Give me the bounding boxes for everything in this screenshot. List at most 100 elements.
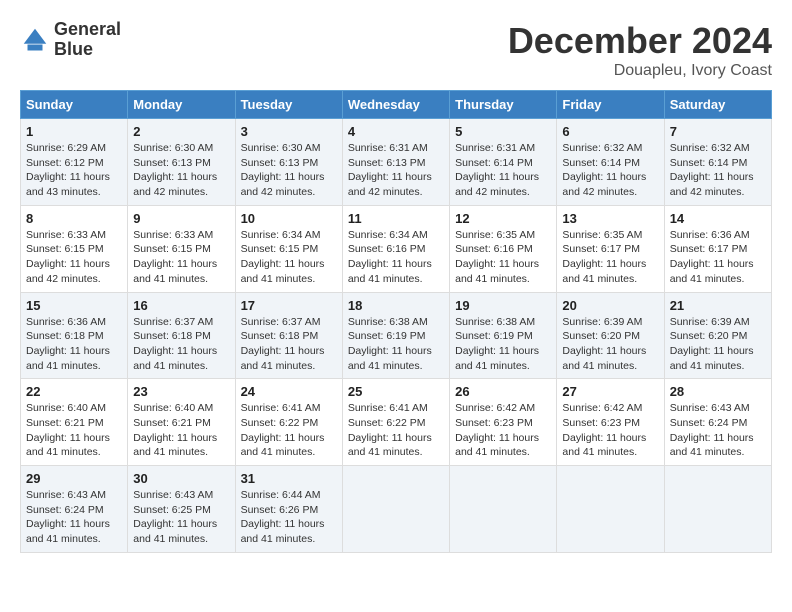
calendar-day-cell: 30 Sunrise: 6:43 AMSunset: 6:25 PMDaylig… [128,466,235,553]
day-number: 25 [348,384,444,399]
header-day: Friday [557,91,664,119]
day-info: Sunrise: 6:30 AMSunset: 6:13 PMDaylight:… [241,142,325,198]
day-number: 23 [133,384,229,399]
day-number: 11 [348,211,444,226]
day-info: Sunrise: 6:41 AMSunset: 6:22 PMDaylight:… [348,402,432,458]
calendar-week-row: 8 Sunrise: 6:33 AMSunset: 6:15 PMDayligh… [21,205,772,292]
day-info: Sunrise: 6:42 AMSunset: 6:23 PMDaylight:… [562,402,646,458]
day-number: 3 [241,124,337,139]
day-info: Sunrise: 6:34 AMSunset: 6:16 PMDaylight:… [348,229,432,285]
calendar-day-cell: 5 Sunrise: 6:31 AMSunset: 6:14 PMDayligh… [450,119,557,206]
day-number: 2 [133,124,229,139]
calendar-day-cell: 3 Sunrise: 6:30 AMSunset: 6:13 PMDayligh… [235,119,342,206]
header-day: Monday [128,91,235,119]
calendar-day-cell: 2 Sunrise: 6:30 AMSunset: 6:13 PMDayligh… [128,119,235,206]
calendar-week-row: 22 Sunrise: 6:40 AMSunset: 6:21 PMDaylig… [21,379,772,466]
day-info: Sunrise: 6:42 AMSunset: 6:23 PMDaylight:… [455,402,539,458]
calendar-day-cell [557,466,664,553]
day-number: 4 [348,124,444,139]
day-info: Sunrise: 6:39 AMSunset: 6:20 PMDaylight:… [562,316,646,372]
day-info: Sunrise: 6:40 AMSunset: 6:21 PMDaylight:… [133,402,217,458]
day-info: Sunrise: 6:41 AMSunset: 6:22 PMDaylight:… [241,402,325,458]
calendar-day-cell: 18 Sunrise: 6:38 AMSunset: 6:19 PMDaylig… [342,292,449,379]
day-info: Sunrise: 6:38 AMSunset: 6:19 PMDaylight:… [348,316,432,372]
day-info: Sunrise: 6:44 AMSunset: 6:26 PMDaylight:… [241,489,325,545]
calendar-day-cell: 20 Sunrise: 6:39 AMSunset: 6:20 PMDaylig… [557,292,664,379]
calendar-day-cell: 16 Sunrise: 6:37 AMSunset: 6:18 PMDaylig… [128,292,235,379]
calendar-day-cell: 9 Sunrise: 6:33 AMSunset: 6:15 PMDayligh… [128,205,235,292]
header-day: Thursday [450,91,557,119]
day-info: Sunrise: 6:29 AMSunset: 6:12 PMDaylight:… [26,142,110,198]
day-info: Sunrise: 6:35 AMSunset: 6:17 PMDaylight:… [562,229,646,285]
calendar-day-cell: 4 Sunrise: 6:31 AMSunset: 6:13 PMDayligh… [342,119,449,206]
calendar-day-cell: 19 Sunrise: 6:38 AMSunset: 6:19 PMDaylig… [450,292,557,379]
header-day: Wednesday [342,91,449,119]
calendar-day-cell: 1 Sunrise: 6:29 AMSunset: 6:12 PMDayligh… [21,119,128,206]
day-number: 6 [562,124,658,139]
page-header: General Blue December 2024 Douapleu, Ivo… [20,20,772,80]
day-number: 16 [133,298,229,313]
day-info: Sunrise: 6:32 AMSunset: 6:14 PMDaylight:… [562,142,646,198]
calendar-day-cell [664,466,771,553]
day-number: 15 [26,298,122,313]
day-number: 22 [26,384,122,399]
day-info: Sunrise: 6:35 AMSunset: 6:16 PMDaylight:… [455,229,539,285]
day-info: Sunrise: 6:36 AMSunset: 6:18 PMDaylight:… [26,316,110,372]
day-number: 26 [455,384,551,399]
calendar-day-cell: 11 Sunrise: 6:34 AMSunset: 6:16 PMDaylig… [342,205,449,292]
day-number: 20 [562,298,658,313]
day-info: Sunrise: 6:34 AMSunset: 6:15 PMDaylight:… [241,229,325,285]
day-number: 21 [670,298,766,313]
day-info: Sunrise: 6:37 AMSunset: 6:18 PMDaylight:… [241,316,325,372]
calendar-day-cell: 7 Sunrise: 6:32 AMSunset: 6:14 PMDayligh… [664,119,771,206]
logo-icon [20,25,50,55]
day-number: 24 [241,384,337,399]
logo-text: General Blue [54,20,121,60]
day-info: Sunrise: 6:39 AMSunset: 6:20 PMDaylight:… [670,316,754,372]
day-info: Sunrise: 6:31 AMSunset: 6:14 PMDaylight:… [455,142,539,198]
calendar-day-cell: 23 Sunrise: 6:40 AMSunset: 6:21 PMDaylig… [128,379,235,466]
day-info: Sunrise: 6:33 AMSunset: 6:15 PMDaylight:… [133,229,217,285]
calendar-day-cell: 12 Sunrise: 6:35 AMSunset: 6:16 PMDaylig… [450,205,557,292]
calendar-day-cell: 29 Sunrise: 6:43 AMSunset: 6:24 PMDaylig… [21,466,128,553]
day-number: 5 [455,124,551,139]
calendar-day-cell [450,466,557,553]
day-info: Sunrise: 6:33 AMSunset: 6:15 PMDaylight:… [26,229,110,285]
calendar-day-cell: 8 Sunrise: 6:33 AMSunset: 6:15 PMDayligh… [21,205,128,292]
calendar-week-row: 1 Sunrise: 6:29 AMSunset: 6:12 PMDayligh… [21,119,772,206]
day-number: 13 [562,211,658,226]
day-number: 8 [26,211,122,226]
calendar-day-cell: 13 Sunrise: 6:35 AMSunset: 6:17 PMDaylig… [557,205,664,292]
calendar-day-cell: 24 Sunrise: 6:41 AMSunset: 6:22 PMDaylig… [235,379,342,466]
day-info: Sunrise: 6:32 AMSunset: 6:14 PMDaylight:… [670,142,754,198]
location: Douapleu, Ivory Coast [508,62,772,80]
day-number: 9 [133,211,229,226]
day-info: Sunrise: 6:30 AMSunset: 6:13 PMDaylight:… [133,142,217,198]
calendar-day-cell: 25 Sunrise: 6:41 AMSunset: 6:22 PMDaylig… [342,379,449,466]
header-row: SundayMondayTuesdayWednesdayThursdayFrid… [21,91,772,119]
day-number: 30 [133,471,229,486]
calendar-day-cell: 28 Sunrise: 6:43 AMSunset: 6:24 PMDaylig… [664,379,771,466]
day-info: Sunrise: 6:36 AMSunset: 6:17 PMDaylight:… [670,229,754,285]
day-number: 12 [455,211,551,226]
day-number: 27 [562,384,658,399]
day-number: 17 [241,298,337,313]
calendar-day-cell: 27 Sunrise: 6:42 AMSunset: 6:23 PMDaylig… [557,379,664,466]
calendar-table: SundayMondayTuesdayWednesdayThursdayFrid… [20,90,772,553]
calendar-week-row: 15 Sunrise: 6:36 AMSunset: 6:18 PMDaylig… [21,292,772,379]
calendar-day-cell [342,466,449,553]
day-info: Sunrise: 6:38 AMSunset: 6:19 PMDaylight:… [455,316,539,372]
calendar-day-cell: 14 Sunrise: 6:36 AMSunset: 6:17 PMDaylig… [664,205,771,292]
day-info: Sunrise: 6:37 AMSunset: 6:18 PMDaylight:… [133,316,217,372]
day-number: 1 [26,124,122,139]
day-info: Sunrise: 6:40 AMSunset: 6:21 PMDaylight:… [26,402,110,458]
header-day: Saturday [664,91,771,119]
day-info: Sunrise: 6:43 AMSunset: 6:24 PMDaylight:… [26,489,110,545]
calendar-day-cell: 6 Sunrise: 6:32 AMSunset: 6:14 PMDayligh… [557,119,664,206]
day-info: Sunrise: 6:31 AMSunset: 6:13 PMDaylight:… [348,142,432,198]
day-number: 14 [670,211,766,226]
calendar-day-cell: 21 Sunrise: 6:39 AMSunset: 6:20 PMDaylig… [664,292,771,379]
day-info: Sunrise: 6:43 AMSunset: 6:24 PMDaylight:… [670,402,754,458]
calendar-day-cell: 10 Sunrise: 6:34 AMSunset: 6:15 PMDaylig… [235,205,342,292]
day-number: 28 [670,384,766,399]
